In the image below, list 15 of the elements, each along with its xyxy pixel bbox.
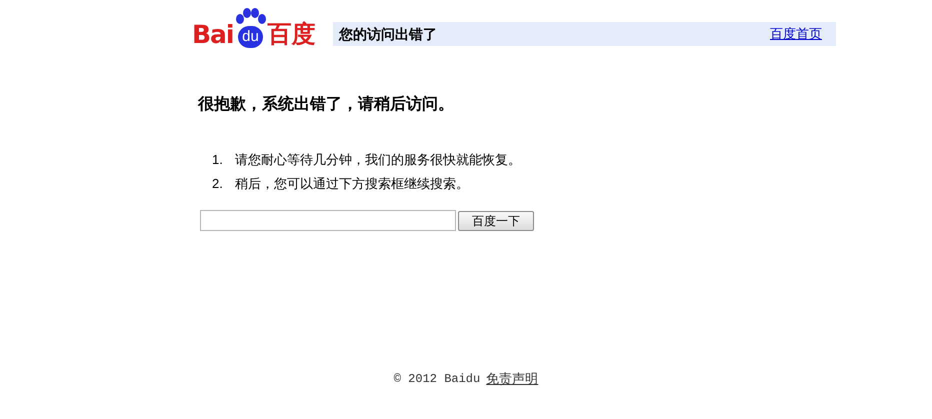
home-link[interactable]: 百度首页 [770, 24, 822, 44]
logo-text: 百度 [268, 22, 316, 48]
copyright-text: © 2012 Baidu [394, 370, 480, 388]
disclaimer-link[interactable]: 免责声明 [486, 369, 538, 388]
tip-text: 请您耐心等待几分钟，我们的服务很快就能恢复。 [234, 151, 521, 169]
list-number: 1. [212, 151, 223, 169]
logo-paw-text: du [238, 26, 263, 48]
logo-text: Bai [192, 22, 234, 48]
search-button[interactable]: 百度一下 [458, 210, 534, 230]
tip-text: 稍后，您可以通过下方搜索框继续搜索。 [234, 175, 469, 193]
paw-icon [234, 8, 266, 26]
error-message: 很抱歉，系统出错了，请稍后访问。 [198, 93, 455, 115]
page-title: 您的访问出错了 [339, 24, 437, 44]
list-number: 2. [212, 175, 223, 193]
search-field[interactable] [200, 210, 456, 231]
